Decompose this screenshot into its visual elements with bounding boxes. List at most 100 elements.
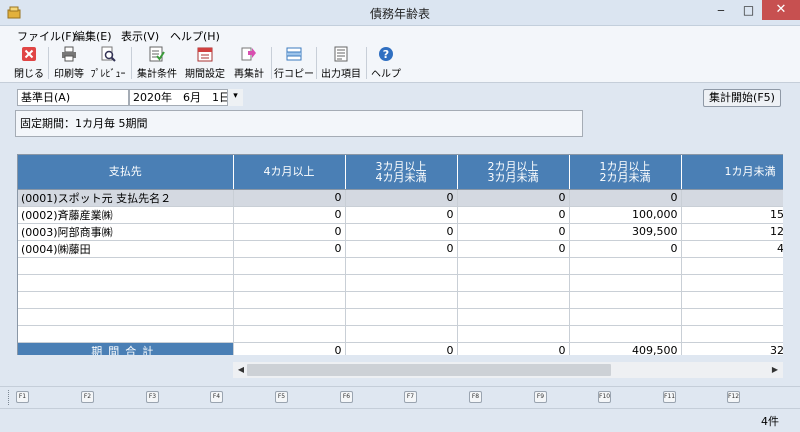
function-key-bar: F1 F2 F3 F4 F5 F6 F7 F8 F9 F10 F11 F12 <box>0 386 800 408</box>
empty-row[interactable] <box>18 308 783 326</box>
empty-row[interactable] <box>18 325 783 343</box>
recalculate-button[interactable]: 再集計 <box>232 45 266 81</box>
chevron-down-icon[interactable]: ▾ <box>227 89 243 106</box>
close-tool-button[interactable]: 閉じる <box>14 45 44 81</box>
amount-cell: 49,000 <box>681 240 783 258</box>
close-tool-label: 閉じる <box>14 69 44 80</box>
status-bar: 4件 <box>0 408 800 432</box>
table-row[interactable]: (0004)㈱藤田 0 0 0 0 49,000 <box>18 240 783 258</box>
preview-icon <box>101 46 116 62</box>
recalc-icon <box>241 47 256 61</box>
menu-file[interactable]: ファイル(F) <box>17 28 76 44</box>
svg-text:?: ? <box>383 48 389 61</box>
table-row[interactable]: (0003)阿部商事㈱ 0 0 0 309,500 123,000 <box>18 223 783 241</box>
column-header-2m-3m[interactable]: 2カ月以上 3カ月未満 <box>457 155 570 190</box>
row-copy-label: 行コピー <box>274 69 314 80</box>
output-items-button[interactable]: 出力項目 <box>321 45 361 81</box>
period-settings-label: 期間設定 <box>185 69 225 80</box>
toolbar-separator <box>366 47 367 79</box>
row-copy-icon <box>286 47 302 61</box>
amount-cell: 0 <box>457 223 570 241</box>
close-icon <box>22 47 36 61</box>
base-date-input[interactable]: 2020年 6月 1日 <box>129 89 243 106</box>
menu-help[interactable]: ヘルプ(H) <box>170 28 220 44</box>
amount-cell: 0 <box>569 189 682 207</box>
f4-key[interactable]: F4 <box>210 391 223 403</box>
aggregation-conditions-button[interactable]: 集計条件 <box>137 45 177 81</box>
column-header-4m-plus[interactable]: 4カ月以上 <box>233 155 346 190</box>
print-button[interactable]: 印刷等 <box>54 45 84 81</box>
payee-cell: (0001)スポット元 支払先名２ <box>18 189 234 207</box>
amount-cell: 0 <box>233 206 346 224</box>
preview-button[interactable]: ﾌﾟﾚﾋﾞｭｰ <box>91 45 126 81</box>
start-aggregation-button[interactable]: 集計開始(F5) <box>703 89 781 107</box>
total-cell: 322,000 <box>681 342 783 355</box>
f7-key[interactable]: F7 <box>404 391 417 403</box>
menu-bar: ファイル(F) 編集(E) 表示(V) ヘルプ(H) <box>0 26 800 43</box>
payee-cell: (0002)斉藤産業㈱ <box>18 206 234 224</box>
f1-key[interactable]: F1 <box>16 391 29 403</box>
horizontal-scrollbar[interactable]: ◀ ▶ <box>233 362 783 378</box>
column-header-3m-4m[interactable]: 3カ月以上 4カ月未満 <box>345 155 458 190</box>
period-settings-button[interactable]: 期間設定 <box>185 45 225 81</box>
amount-cell <box>681 189 783 207</box>
amount-cell: 0 <box>233 240 346 258</box>
f3-key[interactable]: F3 <box>146 391 159 403</box>
amount-cell: 0 <box>457 206 570 224</box>
payee-cell: (0003)阿部商事㈱ <box>18 223 234 241</box>
table-row[interactable]: (0001)スポット元 支払先名２ 0 0 0 0 <box>18 189 783 207</box>
calendar-icon <box>197 47 213 62</box>
toolbar-separator <box>271 47 272 79</box>
f11-key[interactable]: F11 <box>663 391 676 403</box>
aging-table[interactable]: 支払先 4カ月以上 3カ月以上 4カ月未満 2カ月以上 3カ月未満 1カ月以上 2カ月… <box>17 154 783 355</box>
scrollbar-thumb[interactable] <box>247 364 611 376</box>
amount-cell: 150,000 <box>681 206 783 224</box>
amount-cell: 0 <box>233 189 346 207</box>
amount-cell: 0 <box>345 223 458 241</box>
f6-key[interactable]: F6 <box>340 391 353 403</box>
f5-key[interactable]: F5 <box>275 391 288 403</box>
column-header-payee[interactable]: 支払先 <box>18 155 234 190</box>
output-items-label: 出力項目 <box>321 69 361 80</box>
period-info: 固定期間：1カ月毎 5期間 <box>15 110 583 137</box>
scroll-right-icon[interactable]: ▶ <box>767 362 783 378</box>
menu-edit[interactable]: 編集(E) <box>74 28 112 44</box>
total-cell: 0 <box>345 342 458 355</box>
total-label: 期間合計 <box>18 342 234 355</box>
empty-row[interactable] <box>18 274 783 292</box>
row-copy-button[interactable]: 行コピー <box>274 45 314 81</box>
help-button[interactable]: ? ヘルプ <box>371 45 401 81</box>
f9-key[interactable]: F9 <box>534 391 547 403</box>
table-row[interactable]: (0002)斉藤産業㈱ 0 0 0 100,000 150,000 <box>18 206 783 224</box>
f10-key[interactable]: F10 <box>598 391 611 403</box>
help-label: ヘルプ <box>371 69 401 80</box>
amount-cell: 123,000 <box>681 223 783 241</box>
f2-key[interactable]: F2 <box>81 391 94 403</box>
total-cell: 409,500 <box>569 342 682 355</box>
print-label: 印刷等 <box>54 69 84 80</box>
amount-cell: 0 <box>233 223 346 241</box>
recalculate-label: 再集計 <box>234 69 264 80</box>
window-title: 債務年齢表 <box>369 7 430 21</box>
minimize-button[interactable]: ‒ <box>707 0 735 20</box>
help-icon: ? <box>379 47 393 61</box>
amount-cell: 0 <box>457 189 570 207</box>
toolbar: 閉じる 印刷等 ﾌﾟﾚﾋﾞｭｰ 集計条件 期間設定 再集計 行コピー 出力項目 … <box>0 43 800 83</box>
empty-row[interactable] <box>18 291 783 309</box>
menu-view[interactable]: 表示(V) <box>121 28 159 44</box>
empty-row[interactable] <box>18 257 783 275</box>
f8-key[interactable]: F8 <box>469 391 482 403</box>
close-window-button[interactable]: ✕ <box>762 0 800 20</box>
title-bar: 債務年齢表 ‒ □ ✕ <box>0 0 800 26</box>
toolbar-separator <box>131 47 132 79</box>
maximize-button[interactable]: □ <box>735 0 762 20</box>
column-header-under-1m[interactable]: 1カ月未満 <box>681 155 783 190</box>
grip-icon <box>8 390 10 405</box>
condition-icon <box>149 46 165 62</box>
f12-key[interactable]: F12 <box>727 391 740 403</box>
amount-cell: 0 <box>569 240 682 258</box>
amount-cell: 0 <box>457 240 570 258</box>
amount-cell: 0 <box>345 206 458 224</box>
column-header-1m-2m[interactable]: 1カ月以上 2カ月未満 <box>569 155 682 190</box>
amount-cell: 0 <box>345 189 458 207</box>
